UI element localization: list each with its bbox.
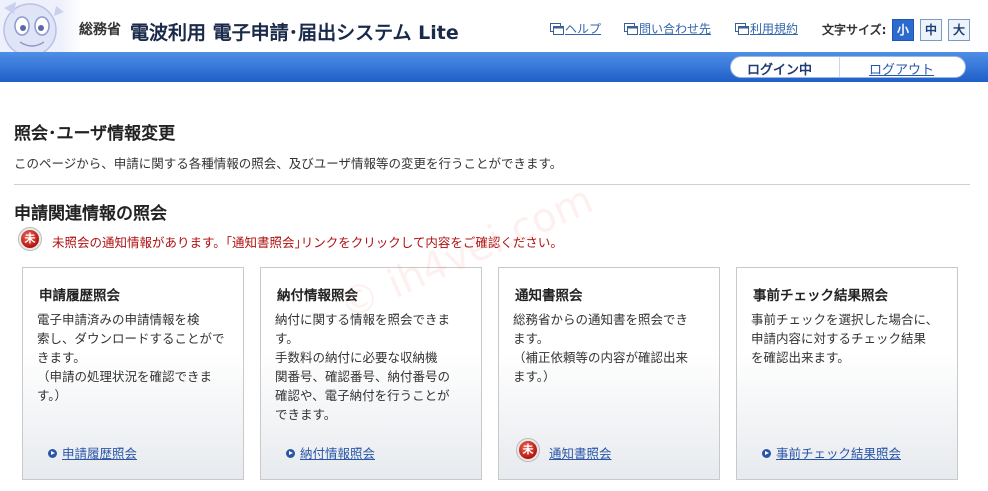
card-title: 事前チェック結果照会 bbox=[753, 288, 888, 304]
terms-link-label: 利用規約 bbox=[750, 22, 799, 36]
contact-link[interactable]: 問い合わせ先 bbox=[624, 20, 711, 37]
card-description: 納付に関する情報を照会できま す。 手数料の納付に必要な収納機 関番号、確認番号… bbox=[275, 312, 451, 422]
contact-link-label: 問い合わせ先 bbox=[639, 22, 712, 36]
unread-badge-icon: 未 bbox=[19, 228, 41, 250]
login-bar: ログイン中 ログアウト bbox=[0, 52, 988, 82]
card-precheck-result: 事前チェック結果照会 事前チェックを選択した場合に、 申請内容に対するチェック結… bbox=[736, 267, 958, 480]
precheck-result-link[interactable]: 事前チェック結果照会 bbox=[762, 443, 901, 462]
login-divider bbox=[839, 57, 840, 77]
header: 総務省 電波利用 電子申請･届出システム Lite ヘルプ 問い合わせ先 利用規… bbox=[0, 0, 988, 52]
unread-badge-icon: 未 bbox=[517, 439, 539, 461]
card-title: 通知書照会 bbox=[515, 288, 583, 304]
notice-inquiry-link[interactable]: 通知書照会 bbox=[549, 443, 612, 462]
card-description: 電子申請済みの申請情報を検 索し、ダウンロードすることがで きます。 （申請の処… bbox=[37, 312, 225, 403]
login-pill: ログイン中 ログアウト bbox=[730, 56, 966, 78]
card-description: 総務省からの通知書を照会でき ます。 （補正依頼等の内容が確認出来 ます。） bbox=[513, 312, 689, 384]
system-title: 電波利用 電子申請･届出システム Lite bbox=[130, 22, 459, 44]
terms-link[interactable]: 利用規約 bbox=[735, 20, 798, 37]
font-size-label: 文字サイズ: bbox=[822, 23, 887, 37]
login-status: ログイン中 bbox=[747, 63, 813, 78]
card-payment-info: 納付情報照会 納付に関する情報を照会できま す。 手数料の納付に必要な収納機 関… bbox=[260, 267, 482, 480]
font-size-large-button[interactable]: 大 bbox=[948, 19, 970, 41]
card-application-history: 申請履歴照会 電子申請済みの申請情報を検 索し、ダウンロードすることがで きます… bbox=[22, 267, 244, 480]
card-title: 納付情報照会 bbox=[277, 288, 358, 304]
payment-info-link[interactable]: 納付情報照会 bbox=[286, 443, 375, 462]
page-description: このページから、申請に関する各種情報の照会、及びユーザ情報等の変更を行うことがで… bbox=[14, 156, 563, 171]
application-history-link[interactable]: 申請履歴照会 bbox=[48, 443, 137, 462]
arrow-right-icon bbox=[48, 449, 57, 458]
help-link-label: ヘルプ bbox=[565, 22, 602, 36]
section-divider bbox=[14, 184, 970, 185]
card-link-label: 申請履歴照会 bbox=[62, 446, 138, 461]
ministry-label: 総務省 bbox=[79, 22, 121, 38]
card-description: 事前チェックを選択した場合に、 申請内容に対するチェック結果 を確認出来ます。 bbox=[751, 312, 939, 365]
card-notice-inquiry: 通知書照会 総務省からの通知書を照会でき ます。 （補正依頼等の内容が確認出来 … bbox=[498, 267, 720, 480]
arrow-right-icon bbox=[762, 449, 771, 458]
help-link[interactable]: ヘルプ bbox=[550, 20, 601, 37]
arrow-right-icon bbox=[286, 449, 295, 458]
notice-text: 未照会の通知情報があります。｢通知書照会｣リンクをクリックして内容をご確認くださ… bbox=[52, 235, 563, 250]
window-icon bbox=[624, 23, 638, 35]
card-link-label: 納付情報照会 bbox=[300, 446, 376, 461]
window-icon bbox=[735, 23, 749, 35]
page-title: 照会･ユーザ情報変更 bbox=[14, 124, 176, 144]
section-title: 申請関連情報の照会 bbox=[14, 204, 167, 224]
font-size-medium-button[interactable]: 中 bbox=[920, 19, 942, 41]
window-icon bbox=[550, 23, 564, 35]
logout-link[interactable]: ログアウト bbox=[869, 59, 934, 78]
card-title: 申請履歴照会 bbox=[39, 288, 120, 304]
card-link-label: 事前チェック結果照会 bbox=[776, 446, 902, 461]
mascot-logo bbox=[0, 0, 82, 52]
font-size-small-button[interactable]: 小 bbox=[892, 19, 914, 41]
